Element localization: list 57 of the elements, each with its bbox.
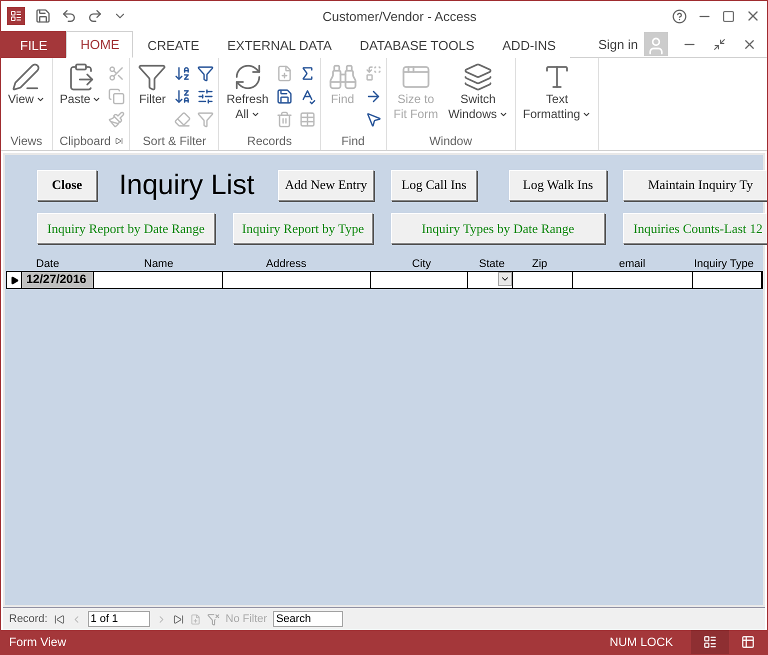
- app-logo-icon: [7, 7, 25, 25]
- form-button[interactable]: Add New Entry: [278, 170, 374, 200]
- ribbon-button[interactable]: Filter: [134, 60, 170, 132]
- filter-icon: [137, 62, 168, 92]
- table-icon: [741, 635, 755, 649]
- undo-icon[interactable]: [61, 8, 77, 24]
- column-header: State: [479, 258, 506, 270]
- save-icon[interactable]: [35, 8, 51, 24]
- column-header: Inquiry Type: [694, 258, 755, 270]
- form-icon: [703, 635, 717, 649]
- group-label: Records: [247, 134, 292, 148]
- view-label: Form View: [9, 635, 68, 649]
- redo-icon[interactable]: [87, 8, 103, 24]
- report-button[interactable]: Inquiries Counts-Last 12: [623, 213, 767, 244]
- group-label: Views: [10, 134, 42, 148]
- search-field[interactable]: Search: [273, 611, 344, 627]
- restore-icon[interactable]: [713, 38, 726, 50]
- group-label: Clipboard: [59, 134, 111, 148]
- first-record-icon[interactable]: [54, 614, 65, 624]
- form-button[interactable]: Log Call Ins: [391, 170, 477, 200]
- column-header: Zip: [532, 258, 548, 270]
- window-title: Customer/Vendor - Access: [322, 8, 478, 24]
- dialog-launcher-icon[interactable]: [114, 137, 123, 145]
- ribbon-button[interactable]: Refresh All: [223, 60, 272, 132]
- date-cell[interactable]: 12/27/2016: [22, 272, 94, 288]
- report-button[interactable]: Inquiry Report by Date Range: [37, 213, 215, 244]
- record-position-field[interactable]: 1 of 1: [88, 611, 150, 627]
- ribbon-button[interactable]: View: [5, 60, 48, 132]
- num-lock-indicator: NUM LOCK: [610, 635, 673, 649]
- form-view-button[interactable]: [691, 630, 729, 654]
- close-button[interactable]: Close: [37, 170, 97, 200]
- maximize-icon[interactable]: [722, 10, 735, 22]
- group-label: Find: [341, 134, 365, 148]
- last-record-icon[interactable]: [172, 614, 184, 624]
- column-header: email: [619, 258, 646, 270]
- ribbon-button[interactable]: Paste: [56, 60, 104, 132]
- binoculars-icon: [328, 62, 358, 92]
- form-title: Inquiry List: [118, 169, 256, 201]
- dropdown-icon[interactable]: [498, 272, 512, 286]
- group-label: Sort & Filter: [142, 134, 206, 148]
- file-tab[interactable]: FILE: [1, 31, 66, 58]
- sign-in-link[interactable]: Sign in: [598, 36, 638, 52]
- column-header: Date: [36, 258, 60, 270]
- column-header: Address: [266, 258, 308, 270]
- record-label: Record:: [9, 613, 48, 625]
- windows-icon: [463, 62, 494, 92]
- column-header: Name: [144, 258, 174, 270]
- ribbon-button[interactable]: Text Formatting: [520, 60, 594, 132]
- form-button[interactable]: Log Walk Ins: [509, 170, 607, 200]
- report-button[interactable]: Inquiry Types by Date Range: [391, 213, 605, 244]
- ribbon-button[interactable]: Switch Windows: [445, 60, 511, 132]
- help-icon[interactable]: [672, 8, 687, 24]
- form-button[interactable]: Maintain Inquiry Ty: [623, 170, 767, 200]
- ribbon-tab[interactable]: HOME: [66, 31, 134, 58]
- column-header: City: [412, 258, 432, 270]
- report-button[interactable]: Inquiry Report by Type: [233, 213, 373, 244]
- group-label: Window: [429, 134, 472, 148]
